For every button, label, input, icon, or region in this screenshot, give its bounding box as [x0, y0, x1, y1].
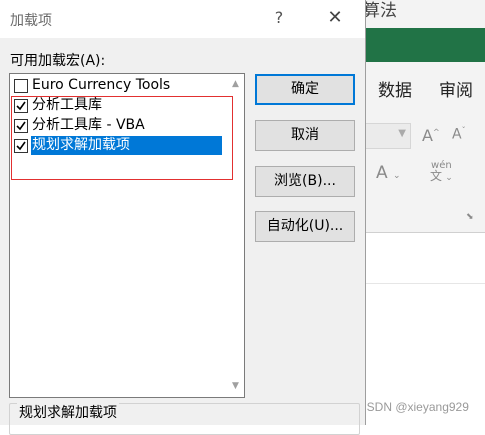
font-size-dropdown[interactable]: ▼ [360, 123, 411, 149]
add-ins-dialog: 加载项 ? ✕ 可用加载宏(A): Euro Currency Tools 分析… [0, 0, 366, 435]
excel-title-bar: 算法 [360, 0, 485, 30]
dialog-launcher-icon[interactable]: ⬊ [466, 212, 474, 222]
increase-font-icon[interactable]: A^ [422, 126, 440, 145]
help-button[interactable]: ? [268, 6, 290, 30]
close-button[interactable]: ✕ [322, 6, 348, 30]
dialog-title-bar: 加载项 ? ✕ [0, 0, 365, 38]
cancel-button[interactable]: 取消 [255, 120, 355, 151]
ribbon-tab-data[interactable]: 数据 [378, 76, 412, 101]
ribbon-tab-review[interactable]: 审阅 [439, 76, 473, 101]
excel-ribbon: 数据 审阅 ▼ A^ Aˇ A ⌄ wén 文 ⌄ ⬊ [360, 62, 485, 233]
chevron-down-icon: ▼ [398, 128, 406, 139]
scroll-up-icon[interactable]: ▲ [227, 76, 244, 93]
excel-title-text: 算法 [363, 1, 397, 21]
scroll-down-icon[interactable]: ▼ [227, 378, 244, 395]
worksheet-divider [360, 283, 485, 284]
highlight-frame [11, 96, 233, 180]
automation-button[interactable]: 自动化(U)... [255, 211, 355, 242]
description-label: 规划求解加载项 [17, 402, 119, 422]
watermark: CSDN @xieyang929 [358, 400, 469, 414]
font-color-icon[interactable]: A ⌄ [376, 163, 401, 183]
add-ins-list-label: 可用加载宏(A): [10, 53, 106, 69]
phonetic-guide-icon[interactable]: wén 文 ⌄ [430, 160, 453, 184]
decrease-font-icon[interactable]: Aˇ [452, 126, 466, 143]
ok-button[interactable]: 确定 [255, 74, 355, 105]
checkbox-unchecked-icon[interactable] [14, 78, 28, 93]
list-item-label: Euro Currency Tools [32, 77, 171, 93]
excel-title-band [360, 28, 485, 62]
dialog-title: 加载项 [10, 13, 52, 29]
list-item-euro-currency-tools[interactable]: Euro Currency Tools [12, 76, 224, 95]
worksheet-area [360, 250, 485, 425]
browse-button[interactable]: 浏览(B)... [255, 166, 355, 197]
